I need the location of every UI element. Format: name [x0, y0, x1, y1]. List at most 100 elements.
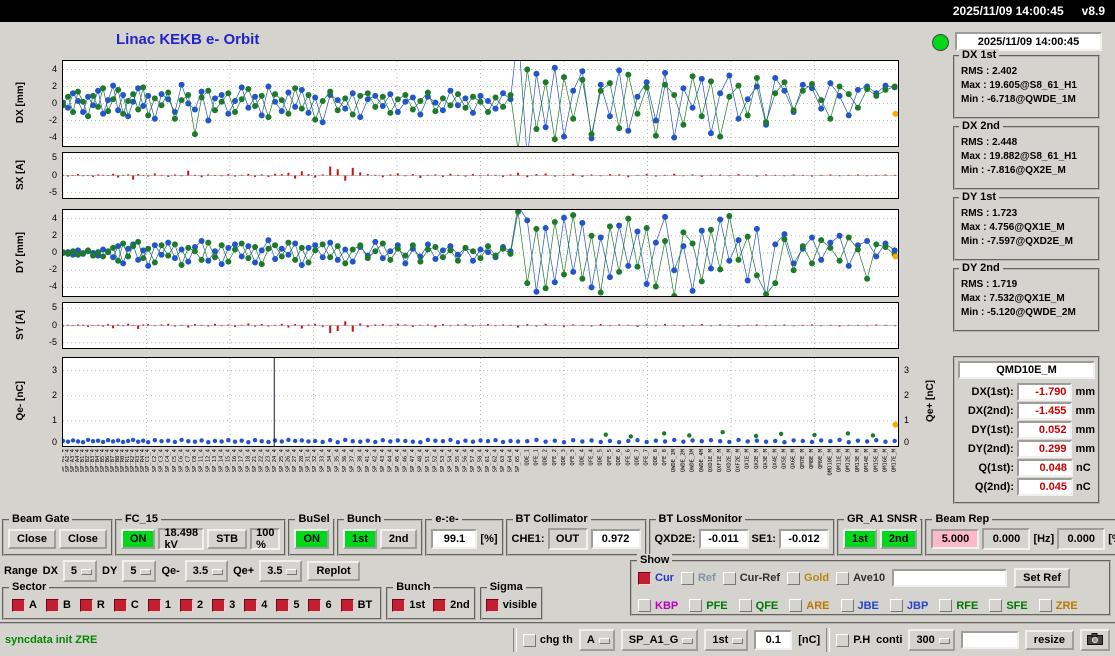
- svg-text:SP_61_4: SP_61_4: [485, 448, 491, 472]
- replot-button[interactable]: Replot: [307, 561, 360, 581]
- sector-5-checkbox[interactable]: 5: [276, 598, 299, 612]
- bunch-2nd-checkbox[interactable]: 2nd: [433, 598, 470, 612]
- blank-input[interactable]: [960, 631, 1019, 649]
- show-qfe-checkbox[interactable]: QFE: [738, 599, 778, 612]
- svg-text:SP_35_4: SP_35_4: [335, 448, 341, 472]
- svg-text:SP_16_4: SP_16_4: [232, 448, 238, 472]
- checkbox-indicator: [340, 598, 354, 612]
- range-qeminus-dropdown[interactable]: 3.5: [184, 560, 229, 582]
- show-sfe-checkbox[interactable]: SFE: [989, 599, 1028, 612]
- status-bar: syncdata init ZRE chg th A SP_A1_G 1st 0…: [0, 622, 1115, 656]
- device-dropdown[interactable]: SP_A1_G: [620, 629, 699, 651]
- svg-text:SP_C5_4: SP_C5_4: [172, 448, 178, 472]
- sector-1-checkbox[interactable]: 1: [147, 598, 171, 612]
- svg-text:QM11E_M: QM11E_M: [837, 448, 843, 472]
- chg-th-checkbox[interactable]: chg th: [522, 633, 573, 647]
- svg-text:SP_44_4: SP_44_4: [387, 448, 393, 472]
- sector-3-checkbox[interactable]: 3: [212, 598, 235, 612]
- conti-label: conti: [876, 634, 903, 646]
- ph-checkbox[interactable]: P.H: [836, 633, 870, 647]
- svg-text:SP_45_4: SP_45_4: [395, 448, 401, 472]
- range-qeplus-dropdown[interactable]: 3.5: [259, 560, 303, 582]
- range-dx-dropdown[interactable]: 5: [62, 560, 98, 582]
- separator: [826, 628, 831, 652]
- bunch-select-group: Bunch 1st 2nd: [386, 581, 476, 620]
- svg-text:QDE_4: QDE_4: [579, 448, 585, 465]
- beam-rep-group: Beam Rep 5.000 0.000 [Hz] 0.000 [%]: [925, 513, 1115, 556]
- bunch-dropdown[interactable]: 1st: [704, 629, 749, 651]
- stat-max: Max : 7.532@QX1E_M: [961, 293, 1065, 304]
- ref-name-input[interactable]: [892, 569, 1008, 587]
- page-title: Linac KEKB e- Orbit: [116, 31, 260, 48]
- fc15-on-button[interactable]: ON: [120, 529, 156, 549]
- svg-text:QWDE_4M: QWDE_4M: [699, 448, 705, 472]
- sector-r-checkbox[interactable]: R: [79, 598, 105, 612]
- svg-text:QM14E_M: QM14E_M: [864, 448, 870, 472]
- range-dx-label: DX: [42, 565, 58, 577]
- threshold-unit: [nC]: [798, 634, 821, 646]
- show-jbe-checkbox[interactable]: JBE: [840, 599, 879, 612]
- range-dy-dropdown[interactable]: 5: [122, 560, 157, 582]
- sector-c-checkbox[interactable]: C: [113, 598, 139, 612]
- beam-rep-set-display: 5.000: [931, 529, 980, 549]
- sector-2-checkbox[interactable]: 2: [179, 598, 203, 612]
- stat-rms: RMS : 1.719: [961, 279, 1018, 290]
- checkbox-indicator: [79, 598, 93, 612]
- svg-text:QDE_7: QDE_7: [634, 449, 640, 466]
- checkbox-indicator: [638, 599, 651, 612]
- show-cur-ref-checkbox[interactable]: Cur-Ref: [722, 571, 780, 585]
- monitor-value: -1.455: [1016, 401, 1073, 420]
- sector-4-checkbox[interactable]: 4: [244, 598, 267, 612]
- svg-text:SP_46_4: SP_46_4: [402, 448, 408, 472]
- checkbox-indicator: [212, 598, 226, 612]
- sector-6-checkbox[interactable]: 6: [308, 598, 332, 612]
- resize-button[interactable]: resize: [1024, 630, 1074, 650]
- svg-text:SP_58_4: SP_58_4: [478, 448, 484, 472]
- beam-gate-close-a-button[interactable]: Close: [8, 529, 56, 549]
- sigma-visible-checkbox[interactable]: visible: [485, 598, 537, 612]
- checkbox-indicator: [689, 599, 703, 612]
- show-pfe-checkbox[interactable]: PFE: [689, 599, 728, 612]
- sector-bt-checkbox[interactable]: BT: [340, 598, 372, 612]
- range-row: Range DX 5 DY 5 Qe- 3.5 Qe+ 3.5 Replot: [4, 560, 360, 582]
- dy-2nd-stats: DY 2nd RMS : 1.719 Max : 7.532@QX1E_M Mi…: [953, 262, 1100, 332]
- dx-1st-stats: DX 1st RMS : 2.402 Max : 19.605@S8_61_H1…: [953, 49, 1100, 119]
- mode-dropdown[interactable]: A: [578, 629, 615, 651]
- show-jbp-checkbox[interactable]: JBP: [889, 599, 928, 612]
- show-rfe-checkbox[interactable]: RFE: [939, 599, 978, 612]
- bunch-1st-checkbox[interactable]: 1st: [392, 598, 425, 612]
- show-ave10-checkbox[interactable]: Ave10: [836, 571, 885, 585]
- beam-gate-close-b-button[interactable]: Close: [58, 529, 107, 549]
- bunch-2nd-button[interactable]: 2nd: [379, 529, 418, 549]
- show-cur-checkbox[interactable]: Cur: [638, 571, 674, 585]
- svg-text:SP_34_4: SP_34_4: [327, 448, 333, 472]
- checkbox-indicator: [433, 598, 447, 612]
- fc15-percent-display: 100 %: [250, 527, 281, 551]
- svg-text:QFE_7: QFE_7: [644, 449, 650, 466]
- svg-text:QFE_1: QFE_1: [533, 449, 539, 466]
- show-are-checkbox[interactable]: ARE: [789, 599, 830, 612]
- fc15-stb-button[interactable]: STB: [207, 529, 248, 549]
- snsr-2nd-button[interactable]: 2nd: [879, 529, 918, 549]
- svg-text:SP_21_4: SP_21_4: [252, 448, 258, 472]
- show-kbp-checkbox[interactable]: KBP: [638, 599, 678, 612]
- screenshot-button[interactable]: [1080, 629, 1110, 651]
- sx-steering-plot: 5 0 -5: [49, 152, 899, 199]
- sector-a-checkbox[interactable]: A: [12, 598, 37, 612]
- count-dropdown[interactable]: 300: [908, 629, 955, 651]
- bunch-1st-button[interactable]: 1st: [342, 529, 377, 549]
- checkbox-indicator: [276, 598, 290, 612]
- set-ref-button[interactable]: Set Ref: [1014, 568, 1071, 588]
- show-gold-checkbox[interactable]: Gold: [787, 571, 829, 585]
- svg-text:SP_C4_4: SP_C4_4: [165, 448, 171, 472]
- busel-on-button[interactable]: ON: [294, 529, 329, 549]
- snsr-1st-button[interactable]: 1st: [842, 529, 877, 549]
- svg-text:QM17E_M: QM17E_M: [892, 448, 897, 472]
- qe-minus-axis-label: Qe- [nC]: [14, 381, 26, 421]
- range-qeminus-label: Qe-: [161, 565, 180, 577]
- show-ref-checkbox[interactable]: Ref: [680, 571, 716, 585]
- show-zre-checkbox[interactable]: ZRE: [1038, 599, 1078, 612]
- monitor-value: 0.048: [1017, 458, 1073, 477]
- sector-b-checkbox[interactable]: B: [45, 598, 71, 612]
- svg-text:QM12E_M: QM12E_M: [846, 448, 852, 472]
